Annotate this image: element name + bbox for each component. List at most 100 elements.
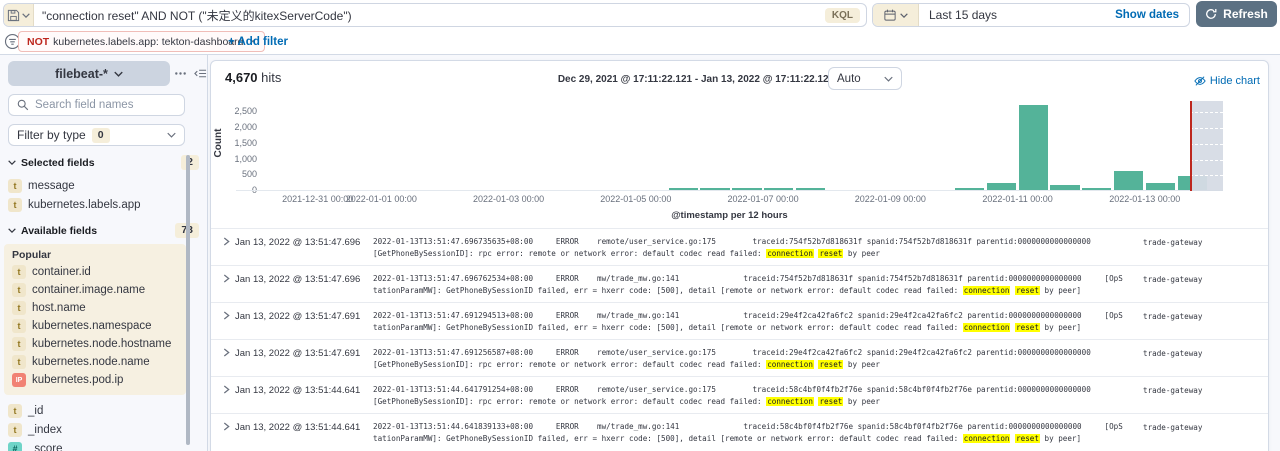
date-picker-quick-menu[interactable] [873,4,919,26]
field-item-kubernetes.namespace[interactable]: tkubernetes.namespace [8,317,182,335]
add-filter-button[interactable]: + Add filter [228,36,288,48]
expand-row-icon[interactable] [223,422,230,431]
expand-row-icon[interactable] [223,237,230,246]
app-label-cell: trade-gateway [1143,423,1202,432]
histogram-bar [955,188,984,191]
histogram-bar [1114,171,1143,190]
refresh-label: Refresh [1223,7,1268,21]
highlight: connection [963,434,1011,443]
message-cell: 2022-01-13T13:51:44.641839133+08:00 ERRO… [373,421,1139,444]
index-pattern-select[interactable]: filebeat-* [8,61,170,86]
field-name-label: _index [28,424,62,436]
fields-sidebar: filebeat-* Filter by type 0 Selected fie… [0,55,208,451]
time-cell: Jan 13, 2022 @ 13:51:47.696 [235,274,360,285]
x-tick-label: 2022-01-07 00:00 [718,194,808,204]
expand-row-icon[interactable] [223,385,230,394]
x-tick-label: 2022-01-09 00:00 [845,194,935,204]
field-type-icon: t [12,337,26,351]
selected-fields-label: Selected fields [21,157,95,169]
field-name-label: host.name [32,302,86,314]
save-icon [7,9,20,22]
available-fields-header[interactable]: Available fields 73 [8,223,199,238]
highlight: reset [818,397,843,406]
time-cell: Jan 13, 2022 @ 13:51:44.641 [235,422,360,433]
saved-query-button[interactable] [4,4,34,26]
field-item-container.id[interactable]: tcontainer.id [8,263,182,281]
histogram-bar [1146,183,1175,190]
field-item-_index[interactable]: t_index [0,420,207,439]
app-label-cell: trade-gateway [1143,386,1202,395]
field-item-message[interactable]: t message [0,176,207,195]
refresh-icon [1205,8,1217,20]
chevron-down-icon [884,76,893,82]
field-type-icon: t [8,404,22,418]
histogram-plot[interactable] [236,101,1223,191]
field-type-icon: IP [12,373,26,387]
histogram-bar [732,188,761,190]
histogram-bar [1019,105,1048,190]
field-search-input[interactable] [35,99,165,111]
index-options-icon[interactable] [174,67,187,80]
field-item-kubernetes.node.name[interactable]: tkubernetes.node.name [8,353,182,371]
x-axis-title: @timestamp per 12 hours [236,210,1223,221]
field-item-host.name[interactable]: thost.name [8,299,182,317]
field-item-kubernetes.labels.app[interactable]: tkubernetes.labels.app [0,195,207,214]
x-tick-label: 2022-01-03 00:00 [464,194,554,204]
field-name-label: message [28,180,75,192]
collapse-sidebar-icon[interactable] [194,67,207,80]
discover-panel: 4,670 hits Dec 29, 2021 @ 17:11:22.121 -… [210,60,1269,451]
highlight: reset [1015,434,1040,443]
field-type-icon: t [12,319,26,333]
message-cell: 2022-01-13T13:51:47.691256587+08:00 ERRO… [373,347,1139,370]
chevron-down-icon [167,132,176,138]
search-icon [17,99,29,111]
field-name-label: _score [28,443,63,451]
field-type-icon: t [8,179,22,193]
field-name-label: container.image.name [32,284,145,296]
field-item-_score[interactable]: #_score [0,439,207,451]
sidebar-scrollbar[interactable] [186,155,190,445]
chevron-down-icon [114,71,123,77]
top-header: "connection reset" AND NOT ("未定义的kitexSe… [0,0,1280,55]
field-type-icon: t [12,283,26,297]
field-item-_id[interactable]: t_id [0,401,207,420]
selected-fields-header[interactable]: Selected fields 2 [8,155,199,170]
refresh-button[interactable]: Refresh [1196,1,1277,27]
message-cell: 2022-01-13T13:51:47.691294513+08:00 ERRO… [373,310,1139,333]
time-cell: Jan 13, 2022 @ 13:51:44.641 [235,385,360,396]
date-range-value[interactable]: Last 15 days [919,8,997,22]
show-dates-button[interactable]: Show dates [1115,9,1189,21]
chevron-down-icon [8,160,16,165]
message-cell: 2022-01-13T13:51:47.696762534+08:00 ERRO… [373,273,1139,296]
table-row: Jan 13, 2022 @ 13:51:47.6912022-01-13T13… [211,302,1268,339]
x-tick-label: 2022-01-05 00:00 [591,194,681,204]
available-fields-label: Available fields [21,225,97,237]
field-item-kubernetes.pod.ip[interactable]: IPkubernetes.pod.ip [8,371,182,389]
highlight: reset [1015,286,1040,295]
filter-by-type-count-badge: 0 [92,128,110,143]
popular-fields-panel: Popular tcontainer.idtcontainer.image.na… [4,244,186,395]
histogram-bar [764,188,793,191]
hits-count: 4,670 hits [225,70,281,85]
highlight: reset [818,360,843,369]
filter-by-type-select[interactable]: Filter by type 0 [8,124,185,146]
chevron-down-icon [900,13,908,18]
field-item-container.image.name[interactable]: t container.image.name [8,281,182,299]
time-cell: Jan 13, 2022 @ 13:51:47.691 [235,348,360,359]
calendar-icon [884,9,896,21]
expand-row-icon[interactable] [223,274,230,283]
field-item-kubernetes.node.hostname[interactable]: tkubernetes.node.hostname [8,335,182,353]
table-row: Jan 13, 2022 @ 13:51:44.641 2022-01-13T13… [211,413,1268,450]
expand-row-icon[interactable] [223,311,230,320]
interval-select[interactable]: Auto [828,67,902,90]
histogram-bar [669,188,698,190]
documents-table: Jan 13, 2022 @ 13:51:47.696 2022-01-13T13… [211,228,1268,450]
app-label-cell: trade-gateway [1143,349,1202,358]
app-label-cell: trade-gateway [1143,238,1202,247]
query-language-badge[interactable]: KQL [825,8,860,23]
field-name-label: container.id [32,266,91,278]
hide-chart-button[interactable]: Hide chart [1194,75,1260,87]
expand-row-icon[interactable] [223,348,230,357]
histogram-bar [987,183,1016,190]
query-input[interactable]: "connection reset" AND NOT ("未定义的kitexSe… [34,4,825,26]
